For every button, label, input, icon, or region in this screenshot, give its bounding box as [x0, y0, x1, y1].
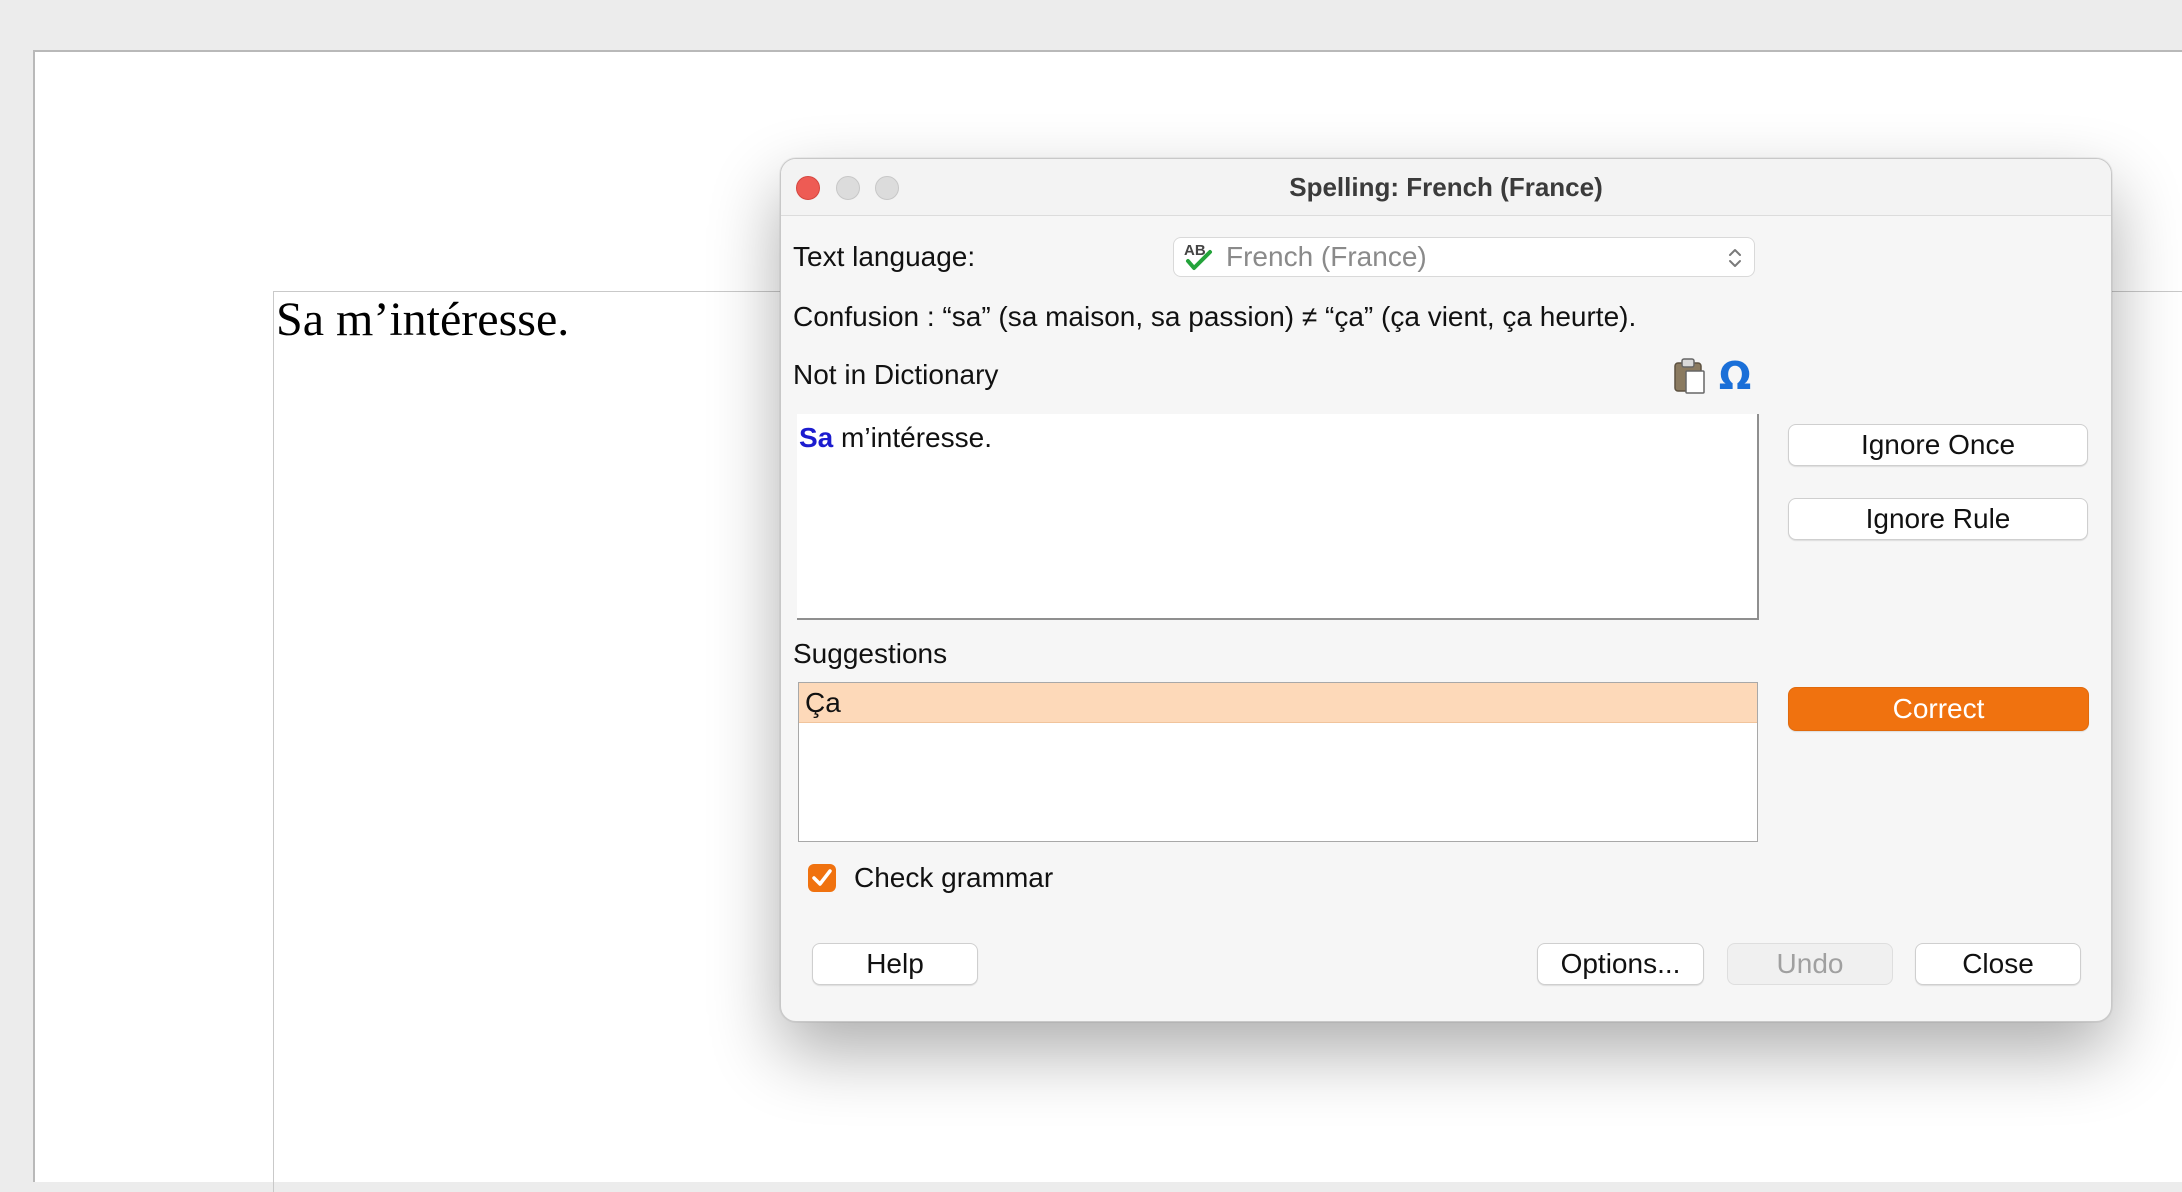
special-character-omega-icon[interactable]: Ω — [1716, 355, 1754, 395]
text-language-select[interactable]: AB French (France) — [1173, 237, 1755, 277]
suggestions-label: Suggestions — [793, 638, 948, 669]
undo-button[interactable]: Undo — [1727, 943, 1893, 985]
document-text[interactable]: Sa m’intéresse. — [276, 292, 569, 347]
error-word: Sa — [799, 422, 834, 453]
check-grammar-checkbox[interactable] — [808, 864, 836, 892]
correct-button[interactable]: Correct — [1788, 687, 2089, 731]
spellcheck-ab-icon: AB — [1184, 242, 1212, 270]
chevron-up-down-icon — [1729, 249, 1741, 267]
sentence-text: Sa m’intéresse. — [799, 422, 992, 454]
ignore-rule-button[interactable]: Ignore Rule — [1788, 498, 2088, 540]
close-button[interactable]: Close — [1915, 943, 2081, 985]
paste-icon[interactable] — [1672, 355, 1706, 395]
sentence-box[interactable]: Sa m’intéresse. — [797, 414, 1759, 620]
not-in-dictionary-label: Not in Dictionary — [793, 359, 999, 390]
check-grammar-label[interactable]: Check grammar — [854, 859, 1053, 897]
sentence-rest: m’intéresse. — [833, 422, 992, 453]
ignore-once-button[interactable]: Ignore Once — [1788, 424, 2088, 466]
text-language-label: Text language: — [793, 241, 976, 272]
dialog-title: Spelling: French (France) — [1289, 172, 1603, 202]
help-button[interactable]: Help — [812, 943, 978, 985]
suggestion-item[interactable]: Ça — [799, 683, 1757, 723]
rule-message: Confusion : “sa” (sa maison, sa passion)… — [793, 301, 1637, 332]
checkmark-icon — [812, 869, 832, 886]
spelling-dialog: Spelling: French (France) Text language:… — [780, 158, 2112, 1022]
dialog-titlebar: Spelling: French (France) — [781, 159, 2111, 216]
svg-text:AB: AB — [1184, 242, 1206, 259]
text-language-value: French (France) — [1226, 241, 1427, 272]
svg-text:Ω: Ω — [1719, 355, 1751, 395]
options-button[interactable]: Options... — [1537, 943, 1704, 985]
suggestions-list[interactable]: Ça — [798, 682, 1758, 842]
